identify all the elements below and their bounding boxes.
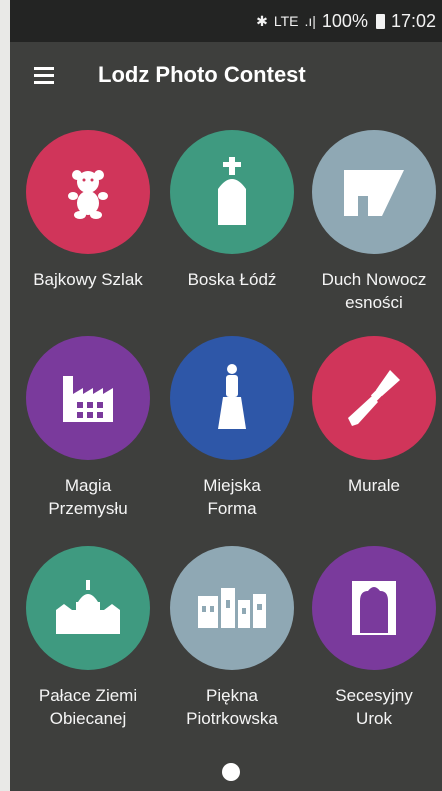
tile-circle: [170, 546, 294, 670]
tile-piekna-piotrkowska[interactable]: Piękna Piotrkowska: [162, 546, 302, 730]
hamburger-menu-icon[interactable]: [24, 55, 64, 95]
tile-boska-lodz[interactable]: Boska Łódź: [162, 130, 302, 291]
network-type: LTE: [273, 13, 299, 29]
status-bar: ✱ LTE .ı| 100% 17:02: [10, 0, 442, 42]
battery-icon: [375, 13, 385, 29]
tile-circle: [26, 336, 150, 460]
teddy-bear-icon: [68, 170, 108, 219]
tile-palace-ziemi-obiecanej[interactable]: Pałace Ziemi Obiecanej: [18, 546, 158, 730]
street-buildings-icon: [198, 588, 266, 628]
tile-duch-nowoczesnosci[interactable]: Duch Nowocz esności: [304, 130, 442, 314]
tile-miejska-forma[interactable]: Miejska Forma: [162, 336, 302, 520]
clock: 17:02: [390, 10, 436, 31]
art-nouveau-door-icon: [352, 581, 396, 635]
monument-icon: [218, 364, 246, 429]
tile-circle: [26, 546, 150, 670]
tile-label: Magia Przemysłu: [48, 476, 128, 518]
palace-icon: [56, 580, 120, 634]
tile-circle: [26, 130, 150, 254]
tile-secesyjny-urok[interactable]: Secesyjny Urok: [304, 546, 442, 730]
tile-label: Boska Łódź: [187, 270, 277, 289]
tile-label: Pałace Ziemi Obiecanej: [38, 686, 138, 728]
tile-label: Bajkowy Szlak: [33, 270, 143, 289]
tile-label: Miejska Forma: [203, 476, 261, 518]
tile-label: Murale: [348, 476, 400, 495]
tile-circle: [170, 130, 294, 254]
tile-circle: [312, 546, 436, 670]
tile-label: Secesyjny Urok: [335, 686, 413, 728]
signal-icon: .ı|: [304, 13, 316, 29]
app-bar: Lodz Photo Contest: [10, 42, 442, 108]
tile-label: Piękna Piotrkowska: [186, 686, 278, 728]
tile-label: Duch Nowocz esności: [321, 270, 427, 312]
church-icon: [218, 157, 246, 225]
bluetooth-icon: ✱: [256, 12, 268, 29]
tile-murale[interactable]: Murale: [304, 336, 442, 497]
tile-bajkowy-szlak[interactable]: Bajkowy Szlak: [18, 130, 158, 291]
tile-circle: [170, 336, 294, 460]
app-title: Lodz Photo Contest: [98, 62, 306, 87]
app-screen: ✱ LTE .ı| 100% 17:02 Lodz Photo Contest …: [10, 0, 442, 791]
modern-building-icon: [344, 170, 404, 216]
tile-magia-przemyslu[interactable]: Magia Przemysłu: [18, 336, 158, 520]
tile-circle: [312, 336, 436, 460]
battery-level: 100%: [321, 10, 368, 31]
factory-icon: [63, 376, 113, 422]
paint-brush-icon: [348, 370, 400, 426]
page-indicator-dot[interactable]: [222, 763, 240, 781]
tile-circle: [312, 130, 436, 254]
